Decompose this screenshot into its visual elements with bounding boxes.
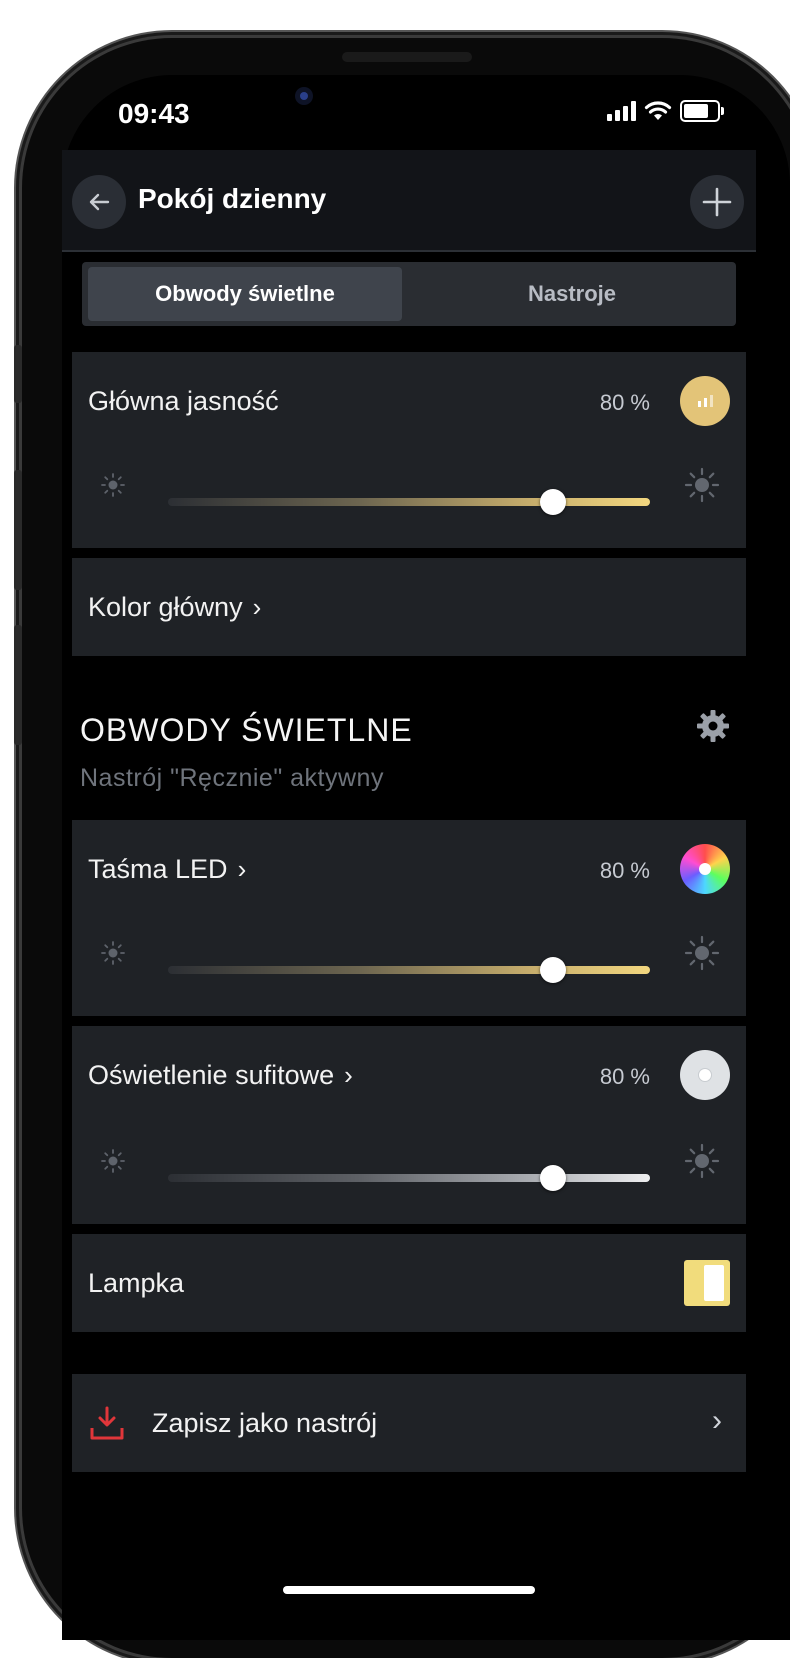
circuit-slider-thumb[interactable] bbox=[540, 1165, 566, 1191]
sun-bright-icon bbox=[682, 1141, 722, 1186]
volume-down-button bbox=[14, 625, 22, 745]
save-as-mood-button[interactable]: Zapisz jako nastrój › bbox=[72, 1374, 746, 1472]
signal-icon bbox=[607, 101, 636, 121]
circuit-card-lampka: Lampka bbox=[72, 1234, 746, 1332]
arrow-left-icon bbox=[89, 193, 110, 211]
back-button[interactable] bbox=[72, 175, 126, 229]
download-icon bbox=[88, 1404, 126, 1447]
white-light-icon[interactable] bbox=[680, 1050, 730, 1100]
sun-dim-icon bbox=[96, 1144, 130, 1183]
chevron-right-icon: › bbox=[712, 1404, 722, 1437]
bars-icon bbox=[698, 395, 713, 407]
wifi-icon bbox=[644, 101, 672, 120]
circuit-value: 80 % bbox=[599, 1064, 650, 1089]
home-indicator bbox=[283, 1586, 535, 1594]
main-color-row[interactable]: Kolor główny › bbox=[72, 558, 746, 656]
main-brightness-label: Główna jasność bbox=[88, 386, 279, 416]
main-brightness-card: Główna jasność 80 % bbox=[72, 352, 746, 548]
circuit-label: Oświetlenie sufitowe bbox=[88, 1060, 335, 1090]
circuit-slider[interactable] bbox=[168, 1174, 650, 1182]
sun-bright-icon bbox=[682, 933, 722, 978]
circuit-label-wrap[interactable]: Oświetlenie sufitowe › bbox=[88, 1060, 353, 1091]
main-color-label-wrap: Kolor główny › bbox=[88, 592, 261, 623]
section-subtitle: Nastrój "Ręcznie" aktywny bbox=[80, 764, 384, 792]
gear-icon[interactable] bbox=[695, 708, 731, 749]
main-brightness-slider-thumb[interactable] bbox=[540, 489, 566, 515]
main-brightness-slider[interactable] bbox=[168, 498, 650, 506]
circuit-label: Lampka bbox=[88, 1268, 185, 1298]
battery-icon bbox=[680, 100, 724, 122]
save-as-mood-label: Zapisz jako nastrój bbox=[152, 1408, 378, 1438]
circuit-label: Taśma LED bbox=[88, 854, 228, 884]
circuit-slider[interactable] bbox=[168, 966, 650, 974]
status-time: 09:43 bbox=[118, 98, 190, 129]
volume-up-button bbox=[14, 470, 22, 590]
sun-bright-icon bbox=[682, 465, 722, 510]
circuit-value: 80 % bbox=[599, 858, 650, 883]
front-camera bbox=[295, 87, 313, 105]
brightness-level-icon[interactable] bbox=[680, 376, 730, 426]
chevron-right-icon: › bbox=[237, 854, 247, 884]
chevron-right-icon: › bbox=[252, 592, 262, 622]
plus-icon bbox=[702, 187, 732, 217]
page-title: Pokój dzienny bbox=[138, 183, 327, 214]
circuit-slider-thumb[interactable] bbox=[540, 957, 566, 983]
tab-obwody-swietlne[interactable]: Obwody świetlne bbox=[88, 267, 402, 321]
circuit-card-tasma-led: Taśma LED › 80 % bbox=[72, 820, 746, 1016]
sun-dim-icon bbox=[96, 936, 130, 975]
earpiece-speaker bbox=[342, 52, 472, 62]
toggle-switch-icon[interactable] bbox=[684, 1260, 730, 1306]
rgb-color-wheel-icon[interactable] bbox=[680, 844, 730, 894]
circuit-card-oswietlenie-sufitowe: Oświetlenie sufitowe › 80 % bbox=[72, 1026, 746, 1224]
tab-nastroje[interactable]: Nastroje bbox=[412, 267, 732, 321]
status-icons bbox=[607, 100, 724, 122]
segmented-control: Obwody świetlne Nastroje bbox=[82, 262, 736, 326]
main-brightness-value: 80 % bbox=[599, 390, 650, 415]
circuit-label-wrap[interactable]: Taśma LED › bbox=[88, 854, 246, 885]
main-color-label: Kolor główny bbox=[88, 592, 243, 622]
sun-dim-icon bbox=[96, 468, 130, 507]
section-title: OBWODY ŚWIETLNE bbox=[80, 712, 413, 748]
mute-switch bbox=[14, 345, 22, 403]
add-button[interactable] bbox=[690, 175, 744, 229]
chevron-right-icon: › bbox=[344, 1060, 353, 1090]
